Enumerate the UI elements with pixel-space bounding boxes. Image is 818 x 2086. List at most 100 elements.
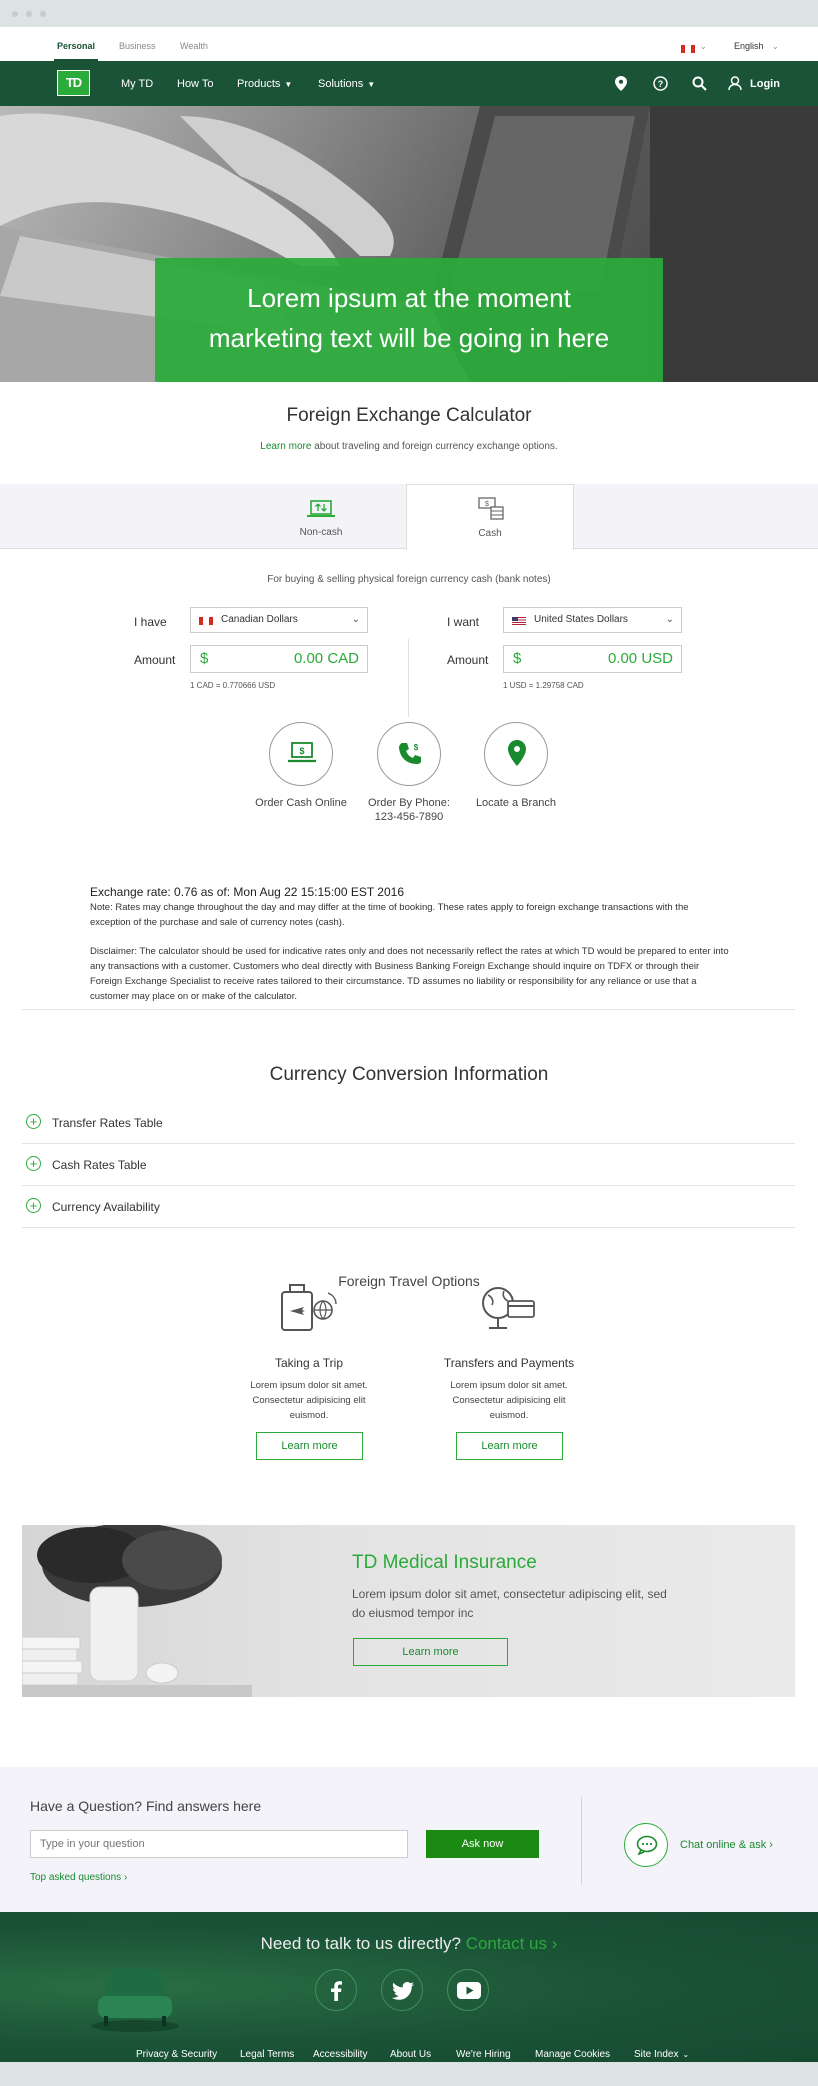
footer-link-accessibility[interactable]: Accessibility <box>313 2049 367 2060</box>
tab-cash[interactable]: $ Cash <box>406 484 574 550</box>
chat-online-link[interactable]: Chat online & ask › <box>680 1839 773 1851</box>
footer-link-about[interactable]: About Us <box>390 2049 431 2060</box>
twitter-icon <box>392 1982 414 2000</box>
nav-how-to[interactable]: How To <box>177 78 213 90</box>
medical-title: TD Medical Insurance <box>352 1552 537 1573</box>
tab-personal[interactable]: Personal <box>53 41 99 61</box>
chat-bubble-icon <box>636 1835 658 1855</box>
card-title: Transfers and Payments <box>443 1356 575 1370</box>
plant-vase-image <box>22 1525 252 1697</box>
accordion-cash-rates[interactable]: + Cash Rates Table <box>22 1144 795 1186</box>
tab-wealth[interactable]: Wealth <box>180 41 208 51</box>
footer-link-site-index[interactable]: Site Index ⌄ <box>634 2049 689 2060</box>
tab-non-cash[interactable]: Non-cash <box>237 484 405 549</box>
chevron-down-icon: ⌄ <box>682 2050 690 2059</box>
want-amount-value: 0.00 USD <box>607 650 673 667</box>
want-amount-input[interactable]: $ 0.00 USD <box>503 645 682 673</box>
calculator-description: For buying & selling physical foreign cu… <box>267 574 551 585</box>
hero-message: Lorem ipsum at the moment marketing text… <box>155 258 663 382</box>
order-cash-online-button[interactable]: $ <box>269 722 333 786</box>
login-link[interactable]: Login <box>750 78 780 90</box>
tab-cash-label: Cash <box>478 528 502 539</box>
youtube-button[interactable] <box>447 1969 489 2011</box>
chevron-down-icon: ⌄ <box>772 42 779 51</box>
main-nav: TD My TD How To Products ▼ Solutions ▼ ? L… <box>0 61 818 106</box>
phone-number[interactable]: 123-456-7890 <box>339 810 479 824</box>
facebook-button[interactable] <box>315 1969 357 2011</box>
laptop-dollar-icon: $ <box>288 742 316 763</box>
accordion-currency-availability[interactable]: + Currency Availability <box>22 1186 795 1228</box>
question-divider <box>581 1797 582 1885</box>
hero-line-2: marketing text will be going in here <box>208 323 610 353</box>
hero-line-1: Lorem ipsum at the moment <box>247 283 571 313</box>
exchange-disclaimer: Disclaimer: The calculator should be use… <box>90 946 729 1002</box>
footer-title-text: Need to talk to us directly? <box>260 1934 461 1953</box>
nav-my-td[interactable]: My TD <box>121 78 153 90</box>
footer-link-site-index-label: Site Index <box>634 2049 679 2060</box>
chevron-down-icon: ⌄ <box>665 614 674 625</box>
card-description: Lorem ipsum dolor sit amet. Consectetur … <box>450 1380 568 1421</box>
card-taking-trip: Taking a Trip Lorem ipsum dolor sit amet… <box>239 1352 379 1423</box>
accordion-label: Transfer Rates Table <box>52 1116 163 1130</box>
contact-us-link[interactable]: Contact us › <box>466 1934 558 1953</box>
calculator-subtitle: Learn more about traveling and foreign c… <box>0 441 818 452</box>
hero-banner: Lorem ipsum at the moment marketing text… <box>0 106 818 382</box>
foreign-travel-title: Foreign Travel Options <box>338 1273 480 1289</box>
chevron-down-icon: ⌄ <box>351 614 360 625</box>
accordion-transfer-rates[interactable]: + Transfer Rates Table <box>22 1102 795 1144</box>
card-transfers-payments: Transfers and Payments Lorem ipsum dolor… <box>439 1352 579 1423</box>
want-rate: 1 USD = 1.29758 CAD <box>503 681 584 690</box>
nav-products[interactable]: Products ▼ <box>237 78 292 90</box>
exchange-note: Note: Rates may change throughout the da… <box>90 902 689 928</box>
top-asked-questions-link[interactable]: Top asked questions › <box>30 1872 127 1883</box>
user-icon[interactable] <box>728 76 744 91</box>
window-dot <box>40 11 46 17</box>
want-currency-select[interactable]: United States Dollars ⌄ <box>503 607 682 633</box>
learn-more-medical-button[interactable]: Learn more <box>353 1638 508 1666</box>
canada-flag-icon <box>199 617 213 625</box>
nav-solutions[interactable]: Solutions ▼ <box>318 78 375 90</box>
twitter-button[interactable] <box>381 1969 423 2011</box>
td-logo[interactable]: TD <box>57 70 90 96</box>
card-description: Lorem ipsum dolor sit amet. Consectetur … <box>250 1380 368 1421</box>
search-icon[interactable] <box>692 76 707 91</box>
plus-icon: + <box>26 1156 41 1171</box>
tab-business[interactable]: Business <box>119 41 156 51</box>
cash-icon: $ <box>478 497 504 520</box>
currency-symbol: $ <box>513 650 522 667</box>
learn-more-trip-button[interactable]: Learn more <box>256 1432 363 1460</box>
learn-more-transfers-button[interactable]: Learn more <box>456 1432 563 1460</box>
have-rate: 1 CAD = 0.770666 USD <box>190 681 276 690</box>
tab-non-cash-label: Non-cash <box>299 527 343 538</box>
language-select[interactable]: English <box>734 41 764 51</box>
want-currency-value: United States Dollars <box>534 614 628 625</box>
footer-link-hiring[interactable]: We're Hiring <box>456 2049 511 2060</box>
question-section: Have a Question? Find answers here Ask n… <box>0 1767 818 1912</box>
have-amount-input[interactable]: $ 0.00 CAD <box>190 645 368 673</box>
chat-button[interactable] <box>624 1823 668 1867</box>
plus-icon: + <box>26 1114 41 1129</box>
footer-link-legal[interactable]: Legal Terms <box>240 2049 294 2060</box>
footer-link-cookies[interactable]: Manage Cookies <box>535 2049 610 2060</box>
footer-title: Need to talk to us directly? Contact us … <box>0 1934 818 1954</box>
question-input[interactable] <box>30 1830 408 1858</box>
us-flag-icon <box>512 617 526 625</box>
have-amount-value: 0.00 CAD <box>293 650 359 667</box>
calculator-divider <box>408 639 409 717</box>
transfer-icon <box>307 500 335 517</box>
page: Personal Business Wealth ⌄ English ⌄ TD … <box>0 27 818 2062</box>
accordion-label: Cash Rates Table <box>52 1158 147 1172</box>
question-title: Have a Question? Find answers here <box>30 1798 262 1814</box>
medical-insurance-banner: TD Medical Insurance Lorem ipsum dolor s… <box>22 1525 795 1697</box>
window-dot <box>12 11 18 17</box>
help-icon[interactable]: ? <box>653 76 668 91</box>
have-currency-select[interactable]: Canadian Dollars ⌄ <box>190 607 368 633</box>
amount-label: Amount <box>447 653 489 667</box>
location-pin-icon[interactable] <box>615 76 627 91</box>
footer-link-privacy[interactable]: Privacy & Security <box>136 2049 217 2060</box>
order-by-phone-button[interactable]: $ <box>377 722 441 786</box>
ask-now-button[interactable]: Ask now <box>426 1830 539 1858</box>
locate-branch-button[interactable] <box>484 722 548 786</box>
canada-flag-icon[interactable] <box>681 45 695 53</box>
learn-more-link[interactable]: Learn more <box>260 441 311 452</box>
